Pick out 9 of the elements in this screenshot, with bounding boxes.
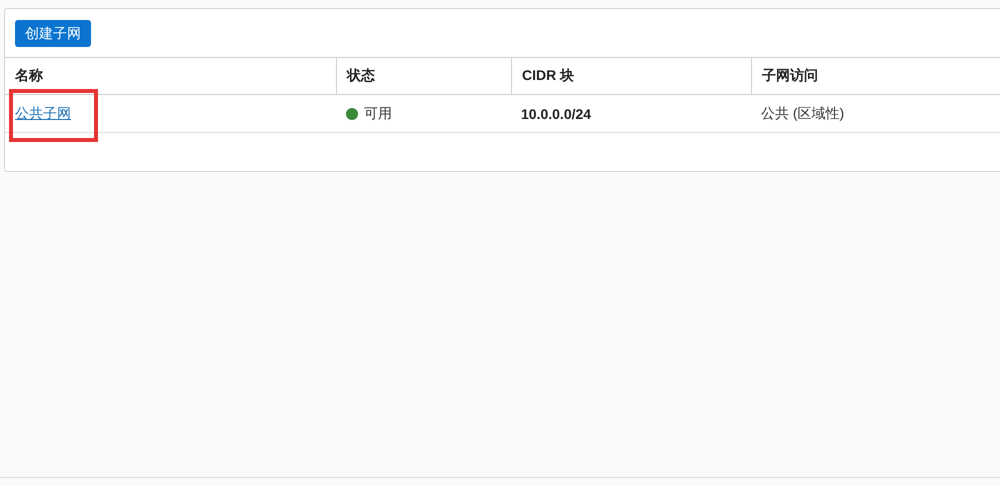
table-cell: 公共 (区域性) bbox=[751, 95, 1000, 133]
column-header: CIDR 块 bbox=[511, 57, 751, 95]
column-header: 名称 bbox=[5, 57, 336, 95]
create-subnet-button[interactable]: 创建子网 bbox=[15, 20, 91, 47]
status-text: 可用 bbox=[364, 104, 392, 122]
column-header: 状态 bbox=[336, 57, 511, 95]
subnet-name-link[interactable]: 公共子网 bbox=[15, 104, 71, 122]
table-cell: 10.0.0.0/24 bbox=[511, 95, 751, 133]
column-header: 子网访问 bbox=[751, 57, 1000, 95]
